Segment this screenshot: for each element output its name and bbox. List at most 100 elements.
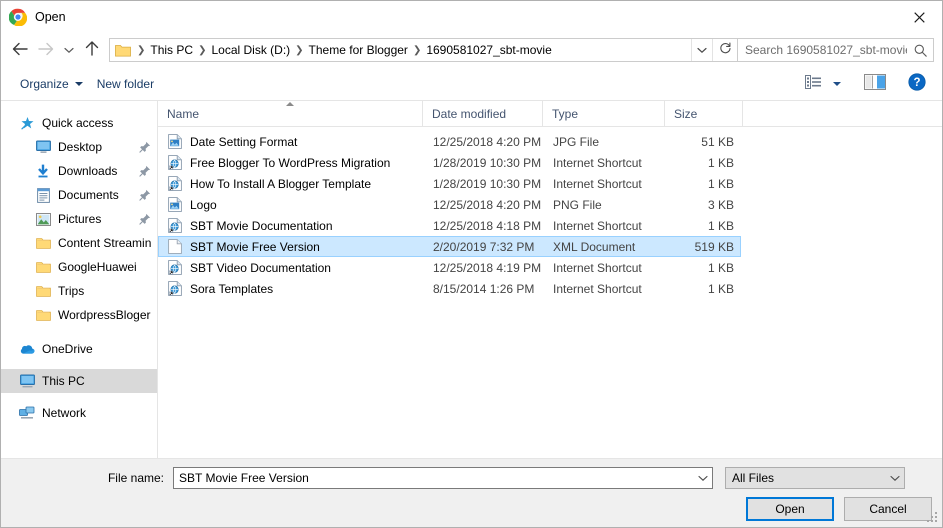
file-name-label: SBT Movie Free Version [190, 239, 320, 254]
search-input[interactable]: Search 1690581027_sbt-movie [738, 43, 907, 57]
pin-icon[interactable] [139, 165, 151, 177]
file-date-cell: 12/25/2018 4:18 PM [433, 218, 542, 233]
table-row[interactable]: SBT Movie Documentation 12/25/2018 4:18 … [158, 215, 741, 236]
breadcrumb-separator: ❯ [295, 44, 304, 56]
file-list-rows: Date Setting Format 12/25/2018 4:20 PM J… [158, 127, 942, 458]
quick-access-star-icon [19, 115, 35, 131]
close-button[interactable] [896, 1, 942, 33]
file-date-cell: 12/25/2018 4:20 PM [433, 134, 542, 149]
help-button[interactable]: ? [902, 72, 932, 96]
image-file-icon [167, 197, 183, 213]
file-type-cell: Internet Shortcut [553, 155, 642, 170]
file-name-input[interactable]: SBT Movie Free Version [173, 467, 713, 489]
chevron-down-icon[interactable] [694, 475, 712, 482]
breadcrumb-item-0[interactable]: This PC [147, 41, 196, 59]
search-icon [907, 44, 933, 57]
dialog-body: Quick access Desktop Downloads Documents… [1, 101, 942, 459]
pin-icon[interactable] [139, 189, 151, 201]
back-button[interactable] [7, 37, 33, 63]
sidebar-item-documents[interactable]: Documents [1, 183, 157, 207]
file-type-cell: JPG File [553, 134, 600, 149]
this-pc-icon [19, 373, 35, 389]
preview-pane-button[interactable] [860, 72, 890, 96]
svg-text:?: ? [913, 77, 920, 89]
search-box[interactable]: Search 1690581027_sbt-movie [738, 38, 934, 62]
pin-icon[interactable] [139, 141, 151, 153]
file-type-cell: PNG File [553, 197, 602, 212]
desktop-icon [35, 139, 51, 155]
address-dropdown-button[interactable] [691, 39, 712, 61]
file-name-cell: Date Setting Format [159, 134, 424, 150]
pictures-icon [35, 211, 51, 227]
help-icon: ? [908, 73, 926, 94]
cancel-button[interactable]: Cancel [844, 497, 932, 521]
sidebar-item-label: Network [42, 406, 87, 420]
table-row[interactable]: SBT Movie Free Version 2/20/2019 7:32 PM… [158, 236, 741, 257]
sidebar-item-onedrive[interactable]: OneDrive [1, 337, 157, 361]
sort-ascending-icon [286, 102, 294, 106]
file-name-cell: SBT Movie Documentation [159, 218, 424, 234]
network-icon [19, 405, 35, 421]
file-size-cell: 1 KB [707, 281, 734, 296]
sidebar-item-label: Downloads [58, 164, 118, 178]
breadcrumb-item-1[interactable]: Local Disk (D:) [208, 41, 293, 59]
breadcrumb-separator: ❯ [137, 44, 146, 56]
sidebar-item-googlehuawei[interactable]: GoogleHuawei [1, 255, 157, 279]
file-name-label-text: File name: [107, 471, 164, 485]
file-name-label: Date Setting Format [190, 134, 298, 149]
address-bar[interactable]: ❯ This PC ❯ Local Disk (D:) ❯ Theme for … [109, 38, 738, 62]
breadcrumb-item-3[interactable]: 1690581027_sbt-movie [423, 41, 554, 59]
column-header-name[interactable]: Name [158, 101, 423, 126]
table-row[interactable]: Free Blogger To WordPress Migration 1/28… [158, 152, 741, 173]
file-type-filter-dropdown[interactable]: All Files [725, 467, 905, 489]
view-options-dropdown[interactable] [828, 72, 846, 96]
recent-locations-button[interactable] [59, 37, 79, 63]
breadcrumb-item-2[interactable]: Theme for Blogger [306, 41, 411, 59]
sidebar-item-label: This PC [42, 374, 85, 388]
file-name-cell: Free Blogger To WordPress Migration [159, 155, 424, 171]
refresh-button[interactable] [712, 39, 737, 61]
file-type-cell: Internet Shortcut [553, 281, 642, 296]
new-folder-button[interactable]: New folder [90, 73, 161, 95]
column-header-type[interactable]: Type [543, 101, 665, 126]
file-type-cell: Internet Shortcut [553, 218, 642, 233]
chevron-down-icon [697, 43, 707, 57]
sidebar-item-pictures[interactable]: Pictures [1, 207, 157, 231]
sidebar-item-this-pc[interactable]: This PC [1, 369, 157, 393]
view-options-button[interactable] [798, 72, 828, 96]
table-row[interactable]: SBT Video Documentation 12/25/2018 4:19 … [158, 257, 741, 278]
sidebar-item-content-streaming[interactable]: Content Streaming [1, 231, 157, 255]
file-name-cell: Logo [159, 197, 424, 213]
sidebar-item-quick-access[interactable]: Quick access [1, 111, 157, 135]
file-size-cell: 51 KB [701, 134, 734, 149]
sidebar-item-label: Desktop [58, 140, 103, 154]
column-header-label: Date modified [432, 106, 507, 121]
column-header-date-modified[interactable]: Date modified [423, 101, 543, 126]
internet-shortcut-icon [167, 218, 183, 234]
resize-grip-icon[interactable] [927, 512, 939, 524]
navigation-bar: ❯ This PC ❯ Local Disk (D:) ❯ Theme for … [1, 33, 942, 67]
up-button[interactable] [79, 37, 105, 63]
sidebar-item-trips[interactable]: Trips [1, 279, 157, 303]
file-name-value[interactable]: SBT Movie Free Version [174, 471, 694, 485]
chrome-icon [8, 8, 28, 27]
column-header-size[interactable]: Size [665, 101, 743, 126]
sidebar-item-desktop[interactable]: Desktop [1, 135, 157, 159]
file-name-row: File name: SBT Movie Free Version All Fi… [1, 459, 942, 489]
table-row[interactable]: How To Install A Blogger Template 1/28/2… [158, 173, 741, 194]
sidebar-item-network[interactable]: Network [1, 401, 157, 425]
organize-button[interactable]: Organize [13, 73, 90, 95]
pin-icon[interactable] [139, 213, 151, 225]
file-list-header: Name Date modified Type Size [158, 101, 942, 127]
sidebar-item-wordpressbloger-themes[interactable]: WordpressBloger Th [1, 303, 157, 327]
table-row[interactable]: Date Setting Format 12/25/2018 4:20 PM J… [158, 131, 741, 152]
sidebar-item-downloads[interactable]: Downloads [1, 159, 157, 183]
navigation-sidebar: Quick access Desktop Downloads Documents… [1, 101, 158, 458]
table-row[interactable]: Logo 12/25/2018 4:20 PM PNG File 3 KB [158, 194, 741, 215]
file-type-cell: XML Document [553, 239, 636, 254]
sidebar-item-label: GoogleHuawei [58, 260, 137, 274]
column-header-filler [743, 101, 942, 126]
organize-label: Organize [20, 76, 69, 91]
table-row[interactable]: Sora Templates 8/15/2014 1:26 PM Interne… [158, 278, 741, 299]
open-button[interactable]: Open [746, 497, 834, 521]
